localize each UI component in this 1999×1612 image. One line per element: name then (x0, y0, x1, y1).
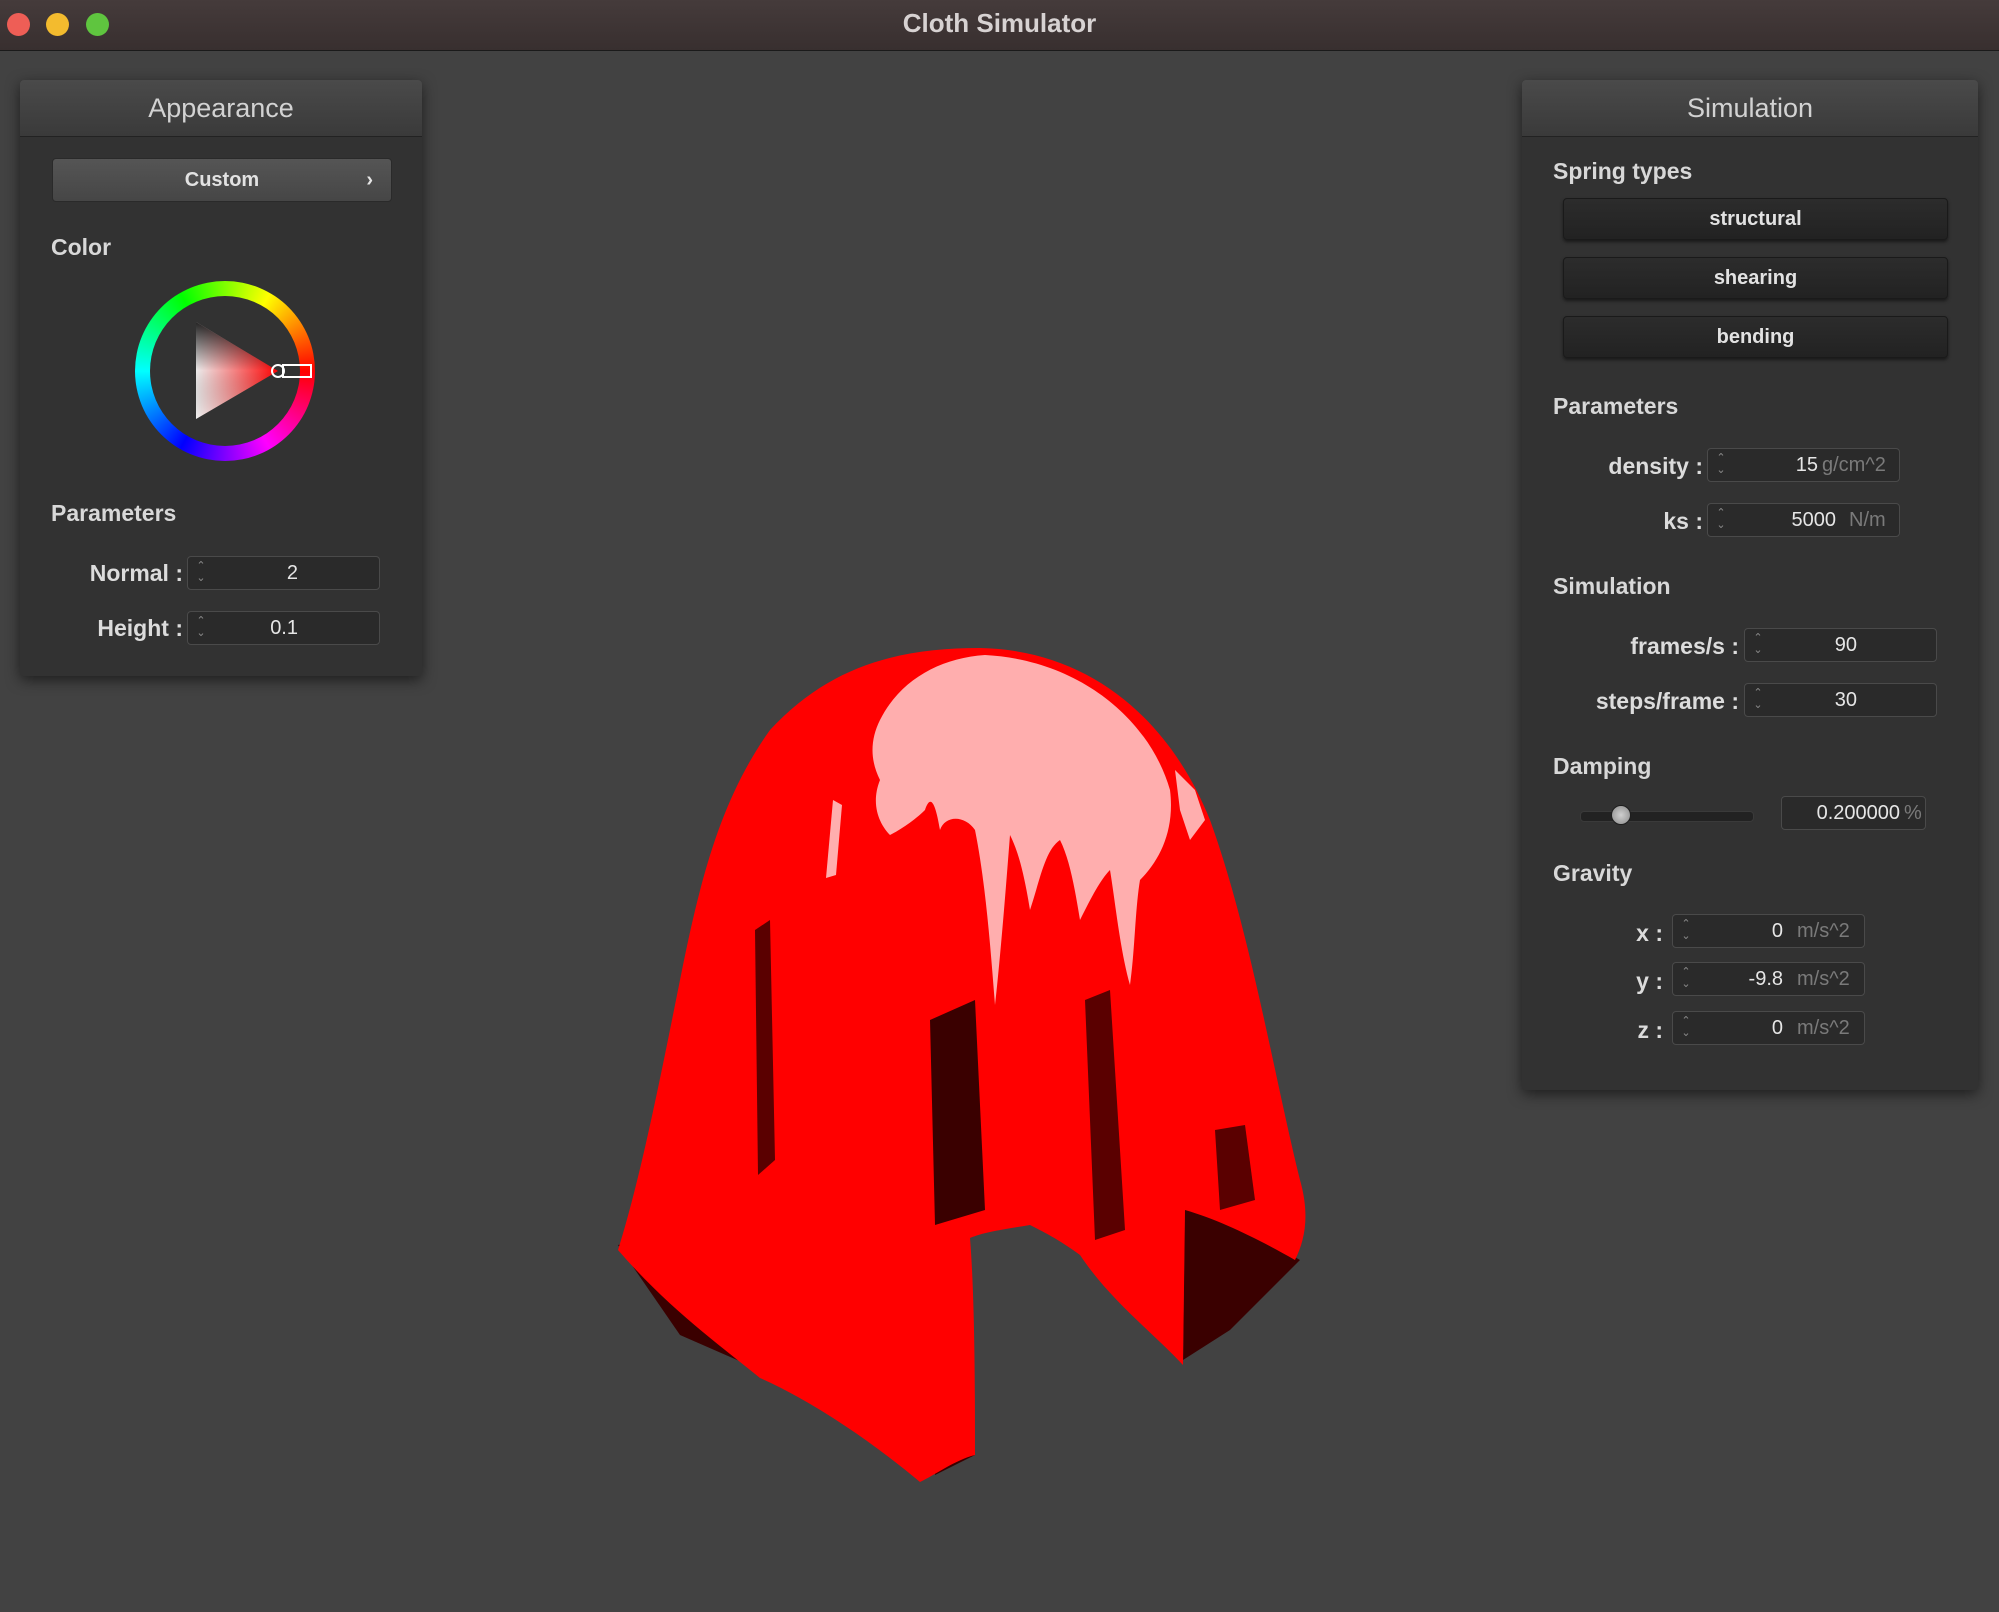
gravity-x-value: 0 (1771, 920, 1783, 942)
appearance-panel-header: Appearance (20, 80, 422, 137)
spinner-icon[interactable]: ⌃ ⌄ (1751, 687, 1765, 713)
gravity-y-value: -9.8 (1748, 968, 1783, 990)
gravity-z-value: 0 (1771, 1017, 1783, 1039)
spinner-icon[interactable]: ⌃ ⌄ (1714, 452, 1728, 478)
window-title: Cloth Simulator (902, 8, 1097, 38)
ks-input[interactable]: ⌃ ⌄ 5000 N/m (1707, 503, 1900, 537)
spinner-icon[interactable]: ⌃ ⌄ (194, 615, 208, 641)
hue-selector-handle[interactable] (282, 364, 312, 378)
color-triangle[interactable] (135, 281, 315, 461)
spring-types-label: Spring types (1553, 158, 1693, 184)
color-label: Color (51, 234, 112, 260)
gravity-x-unit: m/s^2 (1797, 920, 1850, 942)
simulation-section-label: Simulation (1553, 573, 1671, 599)
normal-input[interactable]: ⌃ ⌄ 2 (187, 556, 380, 590)
damping-slider-track (1580, 811, 1754, 822)
density-label: density : (1608, 453, 1703, 479)
height-value: 0.1 (270, 617, 298, 639)
damping-value-box[interactable]: 0.200000 % (1781, 796, 1926, 830)
shader-dropdown-value: Custom (184, 169, 260, 191)
damping-unit: % (1904, 802, 1922, 824)
height-input[interactable]: ⌃ ⌄ 0.1 (187, 611, 380, 645)
density-input[interactable]: ⌃ ⌄ 15 g/cm^2 (1707, 448, 1900, 482)
gravity-y-label: y : (1636, 968, 1663, 994)
frames-per-second-value: 90 (1834, 634, 1857, 656)
simulation-panel: Simulation Spring types structural shear… (1522, 80, 1978, 1090)
damping-value: 0.200000 (1816, 802, 1900, 824)
gravity-x-input[interactable]: ⌃ ⌄ 0 m/s^2 (1672, 914, 1865, 948)
minimize-window-button[interactable] (46, 13, 69, 36)
color-wheel[interactable] (135, 281, 315, 461)
ks-label: ks : (1663, 508, 1703, 534)
gravity-z-input[interactable]: ⌃ ⌄ 0 m/s^2 (1672, 1011, 1865, 1045)
normal-label: Normal : (89, 560, 183, 586)
damping-slider-thumb[interactable] (1611, 805, 1631, 825)
chevron-right-icon: › (366, 169, 373, 191)
damping-slider[interactable] (1580, 800, 1754, 830)
bending-button[interactable]: bending (1563, 316, 1948, 358)
height-label: Height : (97, 615, 183, 641)
structural-button[interactable]: structural (1563, 198, 1948, 240)
simulation-panel-header: Simulation (1522, 80, 1978, 137)
simulation-parameters-label: Parameters (1553, 393, 1679, 419)
density-value: 15 (1795, 454, 1818, 476)
gravity-x-label: x : (1636, 920, 1663, 946)
gravity-y-unit: m/s^2 (1797, 968, 1850, 990)
spinner-icon[interactable]: ⌃ ⌄ (1679, 966, 1693, 992)
gravity-z-label: z : (1637, 1017, 1663, 1043)
frames-per-second-input[interactable]: ⌃ ⌄ 90 (1744, 628, 1937, 662)
spinner-icon[interactable]: ⌃ ⌄ (1679, 1015, 1693, 1041)
gravity-y-input[interactable]: ⌃ ⌄ -9.8 m/s^2 (1672, 962, 1865, 996)
steps-per-frame-value: 30 (1834, 689, 1857, 711)
normal-value: 2 (286, 562, 298, 584)
shader-dropdown[interactable]: Custom › (52, 158, 392, 202)
steps-per-frame-label: steps/frame : (1595, 688, 1739, 714)
shearing-button[interactable]: shearing (1563, 257, 1948, 299)
appearance-parameters-label: Parameters (51, 500, 177, 526)
close-window-button[interactable] (7, 13, 30, 36)
spinner-icon[interactable]: ⌃ ⌄ (1679, 918, 1693, 944)
density-unit: g/cm^2 (1822, 454, 1886, 476)
gravity-label: Gravity (1553, 860, 1633, 886)
maximize-window-button[interactable] (86, 13, 109, 36)
spinner-icon[interactable]: ⌃ ⌄ (1714, 507, 1728, 533)
steps-per-frame-input[interactable]: ⌃ ⌄ 30 (1744, 683, 1937, 717)
ks-unit: N/m (1849, 509, 1886, 531)
spinner-icon[interactable]: ⌃ ⌄ (1751, 632, 1765, 658)
title-bar: Cloth Simulator (0, 0, 1999, 51)
ks-value: 5000 (1791, 509, 1837, 531)
gravity-z-unit: m/s^2 (1797, 1017, 1850, 1039)
damping-label: Damping (1553, 753, 1652, 779)
spinner-icon[interactable]: ⌃ ⌄ (194, 560, 208, 586)
frames-per-second-label: frames/s : (1630, 633, 1739, 659)
appearance-panel: Appearance Custom › Color Parameters Nor… (20, 80, 422, 676)
